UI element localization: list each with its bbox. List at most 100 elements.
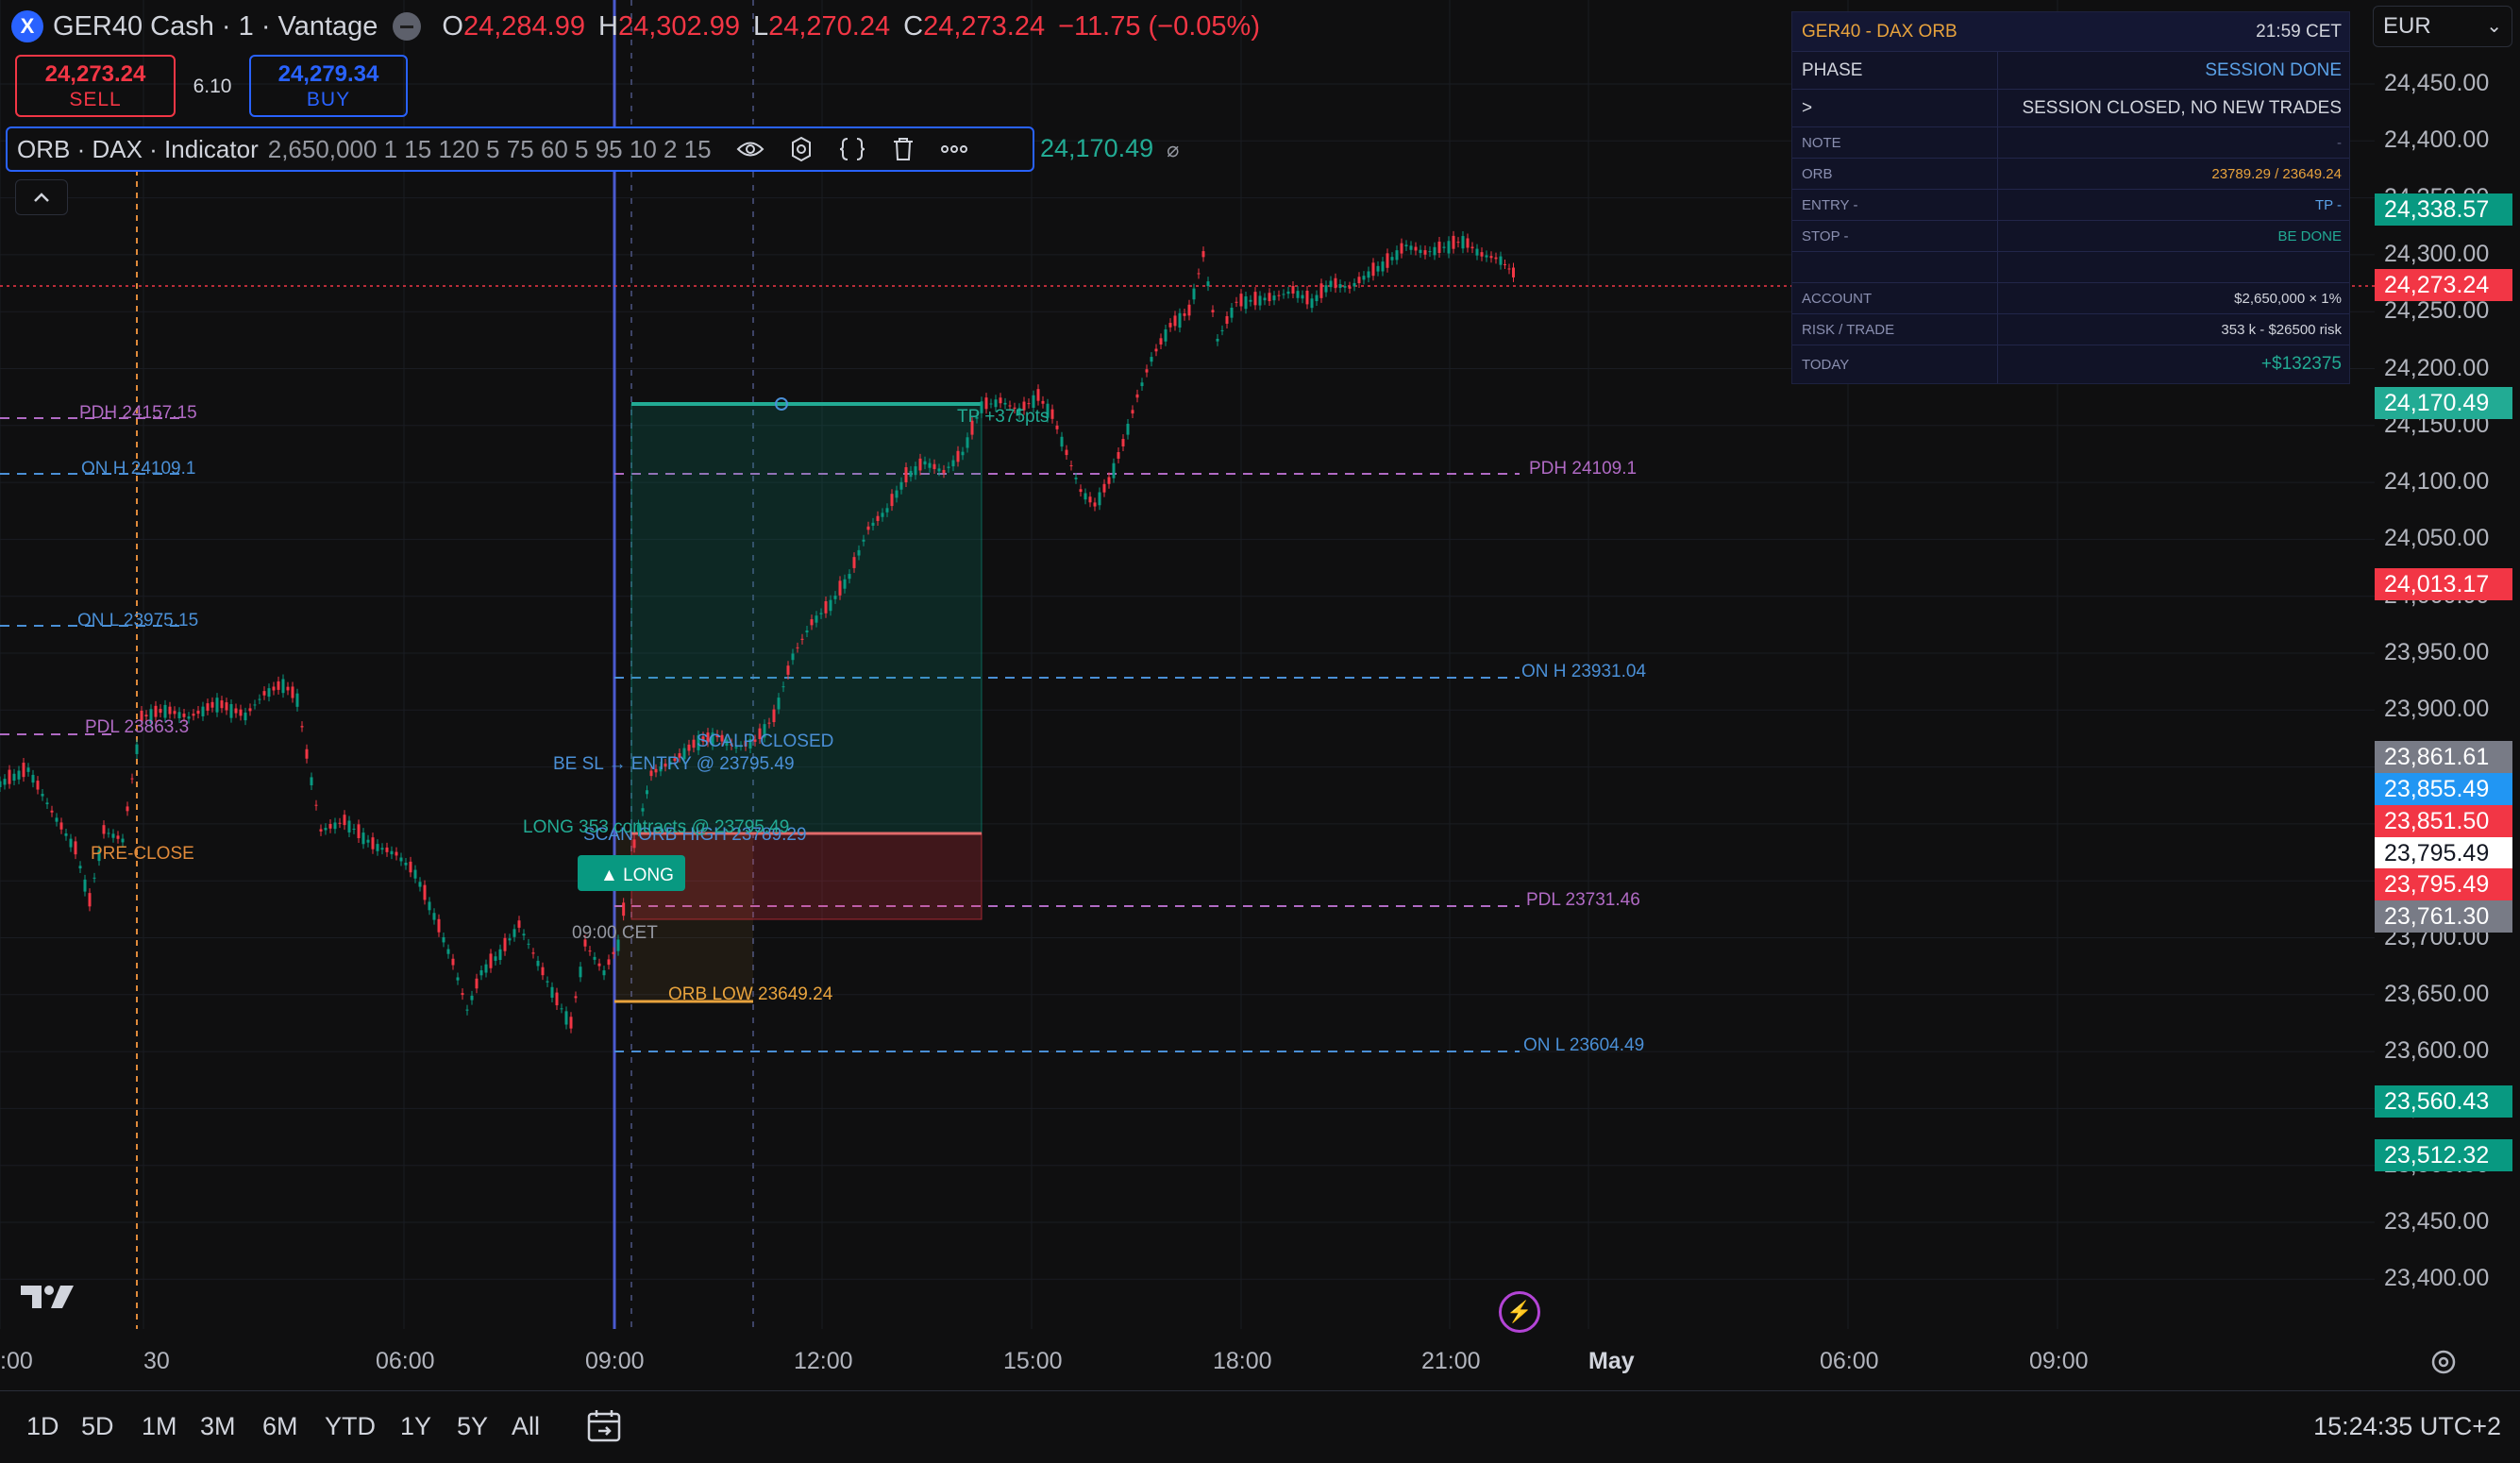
info-key xyxy=(1792,252,1998,282)
price-tag: 23,851.50 xyxy=(2375,805,2512,837)
candle-body xyxy=(805,630,809,633)
candle-body xyxy=(1126,423,1130,435)
candle-body xyxy=(588,950,592,952)
candle-body xyxy=(522,933,526,936)
candle-body xyxy=(1485,255,1488,258)
candle-body xyxy=(229,704,233,718)
settings-icon[interactable] xyxy=(787,135,815,163)
sell-button[interactable]: 24,273.24 SELL xyxy=(15,55,176,117)
candle-body xyxy=(1489,256,1493,259)
range-button-5d[interactable]: 5D xyxy=(81,1412,114,1441)
candle-body xyxy=(258,698,261,700)
candle-body xyxy=(451,958,455,966)
candle-body xyxy=(1069,464,1073,466)
candle-body xyxy=(1338,284,1342,288)
settings-icon[interactable] xyxy=(2429,1348,2461,1380)
range-button-all[interactable]: All xyxy=(512,1412,540,1441)
info-row-account: ACCOUNT $2,650,000 × 1% xyxy=(1792,283,2349,314)
candle-body xyxy=(1456,242,1460,244)
candle-body xyxy=(479,970,483,976)
market-status-icon[interactable] xyxy=(393,12,422,41)
candle-body xyxy=(607,959,611,966)
candle-body xyxy=(569,1017,573,1029)
range-button-1d[interactable]: 1D xyxy=(26,1412,59,1441)
info-key: RISK / TRADE xyxy=(1792,314,1998,345)
candle-body xyxy=(489,953,493,968)
symbol-logo[interactable]: X xyxy=(11,10,43,42)
candle-body xyxy=(942,469,946,474)
collapse-legend-button[interactable] xyxy=(15,179,68,215)
pdl-label-left: PDL 23863.3 xyxy=(85,717,189,737)
candle-body xyxy=(989,403,993,405)
price-tick-label: 24,300.00 xyxy=(2384,240,2490,267)
candle-body xyxy=(333,822,337,830)
candle-body xyxy=(159,709,162,714)
candle-body xyxy=(1263,297,1267,301)
candle-body xyxy=(1291,286,1295,294)
price-axis[interactable]: 24,450.0024,400.0024,350.0024,300.0024,2… xyxy=(2375,0,2520,1329)
eye-icon[interactable] xyxy=(736,135,764,163)
price-tick-label: 24,250.00 xyxy=(2384,297,2490,325)
candle-body xyxy=(446,949,450,954)
candle-body xyxy=(1183,313,1186,316)
candle-body xyxy=(555,992,559,1006)
candle-body xyxy=(541,967,545,976)
range-button-5y[interactable]: 5Y xyxy=(457,1412,488,1441)
candle-body xyxy=(395,851,398,856)
candle-body xyxy=(1211,310,1215,312)
range-button-1y[interactable]: 1Y xyxy=(400,1412,431,1441)
time-axis[interactable]: :00 30 06:00 09:00 12:00 15:00 18:00 21:00 May 06… xyxy=(0,1329,2375,1390)
pdl-label-right: PDL 23731.46 xyxy=(1526,890,1640,910)
time-tick-label: 09:00 xyxy=(585,1348,645,1374)
open-key: O xyxy=(442,10,463,42)
price-tag: 24,338.57 xyxy=(2375,193,2512,226)
info-key: ORB xyxy=(1792,159,1998,189)
more-icon[interactable] xyxy=(940,135,968,163)
time-tick-label: 15:00 xyxy=(1003,1348,1063,1374)
range-button-6m[interactable]: 6M xyxy=(262,1412,298,1441)
currency-select[interactable]: EUR ⌄ xyxy=(2373,6,2512,47)
candle-body xyxy=(154,705,158,717)
range-button-ytd[interactable]: YTD xyxy=(325,1412,376,1441)
calendar-go-to-icon[interactable] xyxy=(585,1408,627,1446)
low-key: L xyxy=(752,10,769,42)
candle-body xyxy=(961,451,965,456)
candle-body xyxy=(1386,253,1389,268)
candle-body xyxy=(1027,403,1031,405)
candle-body xyxy=(1253,292,1257,306)
price-tag: 24,170.49 xyxy=(2375,387,2512,419)
candle-body xyxy=(1102,483,1106,493)
chart-area[interactable]: PDH 24157.15 PDL 23863.3 PDH 24109.1 PDL… xyxy=(0,0,2375,1333)
candle-body xyxy=(1003,402,1007,405)
onh-label-left: ON H 24109.1 xyxy=(81,459,195,479)
time-tick-label: 06:00 xyxy=(376,1348,435,1374)
symbol-title[interactable]: GER40 Cash · 1 · Vantage xyxy=(53,11,378,42)
price-tag: 23,560.43 xyxy=(2375,1085,2512,1118)
trash-icon[interactable] xyxy=(889,135,917,163)
price-tag: 23,795.49 xyxy=(2375,837,2512,869)
candle-body xyxy=(527,943,530,945)
buy-button[interactable]: 24,279.34 BUY xyxy=(249,55,408,117)
candle-body xyxy=(1121,439,1125,446)
range-button-1m[interactable]: 1M xyxy=(142,1412,177,1441)
candle-body xyxy=(1225,316,1229,324)
candle-body xyxy=(366,839,370,843)
range-button-3m[interactable]: 3M xyxy=(200,1412,236,1441)
indicator-legend[interactable]: ORB · DAX · Indicator 2,650,000 1 15 120… xyxy=(6,126,1034,172)
source-code-icon[interactable] xyxy=(838,135,866,163)
clock-timezone[interactable]: 15:24:35 UTC+2 xyxy=(2313,1412,2501,1441)
candle-body xyxy=(1447,241,1451,254)
bolt-icon[interactable]: ⚡ xyxy=(1499,1291,1540,1333)
time-tick-label: 12:00 xyxy=(794,1348,853,1374)
candle-body xyxy=(437,918,441,933)
info-row-orb: ORB 23789.29 / 23649.24 xyxy=(1792,159,2349,190)
scalp-closed-label: SCALP CLOSED xyxy=(697,732,833,751)
candle-body xyxy=(517,920,521,928)
candle-body xyxy=(1301,294,1304,299)
indicator-name[interactable]: ORB · DAX · Indicator xyxy=(17,135,259,164)
tradingview-logo[interactable] xyxy=(19,1280,79,1320)
candle-body xyxy=(59,822,63,830)
candle-body xyxy=(1409,245,1413,250)
candle-body xyxy=(215,698,219,713)
candle-body xyxy=(1404,244,1408,247)
